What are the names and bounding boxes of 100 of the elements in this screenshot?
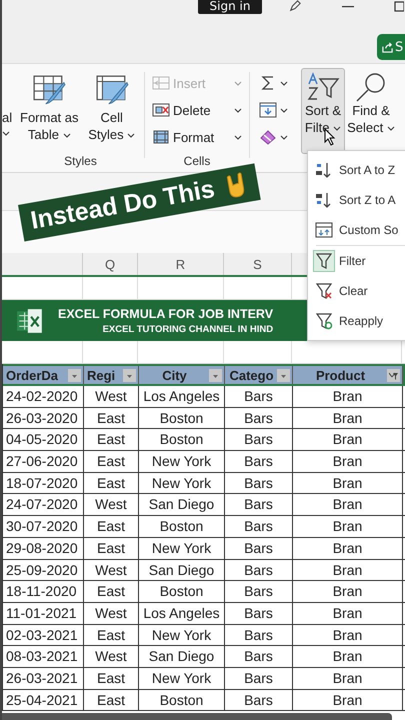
ribbon-button[interactable]: Delete <box>152 99 246 121</box>
table-cell: 26-03-2021 <box>3 668 84 689</box>
eraser-icon <box>259 129 277 145</box>
menu-item[interactable]: Filter <box>308 246 405 276</box>
table-cell: East <box>84 408 139 428</box>
dropdown-icon[interactable] <box>209 369 222 382</box>
sign-in-button[interactable]: Sign in <box>198 0 262 14</box>
table-cell: East <box>84 429 139 450</box>
cells-icon <box>152 129 170 145</box>
table-cell: East <box>84 581 139 602</box>
table-cell: 29-08-2020 <box>3 538 84 558</box>
caret-icon <box>280 134 288 140</box>
ribbon-button[interactable]: Format <box>152 126 246 148</box>
banner-subtitle: EXCEL TUTORING CHANNEL IN HIND <box>102 324 274 334</box>
column-header[interactable]: OrderDa <box>3 366 84 384</box>
caret-icon <box>62 133 71 138</box>
table-cell: Bars <box>225 690 293 710</box>
share-button[interactable]: S <box>377 34 405 60</box>
table-cell: Bran <box>293 408 403 428</box>
table-cell: Boston <box>139 429 225 450</box>
table-cell: Bars <box>225 408 293 428</box>
table-cell: West <box>84 602 139 624</box>
menu-item[interactable]: Sort A to Z <box>308 155 405 185</box>
menu-item[interactable]: Reapply <box>308 306 405 336</box>
table-cell: 25-09-2020 <box>3 560 84 580</box>
menu-item[interactable]: Custom So <box>308 215 405 245</box>
table-cell: Bran <box>293 516 403 537</box>
column-header[interactable]: Catego <box>225 366 293 384</box>
table-cell: Bran <box>293 386 403 407</box>
table-brush-icon <box>32 74 66 106</box>
table-cell: Bars <box>225 472 293 494</box>
column-letter[interactable]: R <box>176 256 186 272</box>
table-cell: Bars <box>225 560 293 580</box>
table-cell: Bars <box>225 429 293 450</box>
column-header[interactable]: City <box>139 366 225 384</box>
table-cell: Bars <box>225 538 293 558</box>
table-cell: Boston <box>139 690 225 710</box>
table-cell: 30-07-2020 <box>3 516 84 537</box>
excel-logo-icon <box>16 306 44 334</box>
filter-applied-icon[interactable] <box>387 369 400 382</box>
caret-icon <box>234 108 242 112</box>
table-cell: East <box>84 538 139 558</box>
table-cell: Bars <box>225 451 293 472</box>
table-cell: West <box>84 386 139 407</box>
ribbon-button-label[interactable]: al <box>2 110 20 125</box>
table-cell: 24-02-2020 <box>3 386 84 407</box>
ribbon-button[interactable]: Sort & Filte <box>301 68 345 154</box>
table-cell: Bars <box>225 516 293 537</box>
table-cell: Bran <box>293 451 403 472</box>
table-brush-icon <box>94 74 129 106</box>
menu-item[interactable]: Clear <box>308 276 405 306</box>
table-cell: New York <box>139 538 225 558</box>
table-cell: 04-05-2020 <box>3 429 84 450</box>
table-cell: 02-03-2021 <box>3 624 84 646</box>
table-cell: Bran <box>293 472 403 494</box>
table-cell: East <box>84 516 139 537</box>
table-cell: East <box>84 690 139 710</box>
caret-icon <box>280 80 288 86</box>
caret-icon <box>333 126 342 132</box>
table-cell: Bars <box>225 624 293 646</box>
table-cell: Los Angeles <box>139 386 225 407</box>
table-cell: 11-01-2021 <box>3 602 84 624</box>
ribbon-button[interactable]: Cell Styles <box>82 74 141 143</box>
share-icon <box>382 42 393 52</box>
table-cell: East <box>84 668 139 689</box>
dropdown-icon[interactable] <box>68 369 81 382</box>
table-cell: Boston <box>139 581 225 602</box>
table-cell: New York <box>139 451 225 472</box>
menu-item[interactable]: Sort Z to A <box>308 185 405 215</box>
fill-down-icon <box>259 102 277 118</box>
table-cell: 27-06-2020 <box>3 451 84 472</box>
caret-icon <box>386 126 395 132</box>
column-header[interactable]: Product <box>293 366 403 384</box>
table-cell: New York <box>139 472 225 494</box>
column-letter[interactable]: Q <box>104 256 116 272</box>
cells-icon <box>152 75 170 91</box>
caption-text: Instead Do This <box>28 174 217 236</box>
caret-icon <box>280 108 288 112</box>
table-cell: Boston <box>139 408 225 428</box>
table-cell: Bars <box>225 581 293 602</box>
dropdown-icon[interactable] <box>277 369 290 382</box>
restore-icon[interactable] <box>394 0 404 12</box>
ribbon-button[interactable]: Format as Table <box>20 74 78 143</box>
ribbon-button[interactable]: Find & Select <box>349 68 393 154</box>
table-cell: New York <box>139 668 225 689</box>
table-cell: 25-04-2021 <box>3 690 84 710</box>
table-cell: 26-03-2020 <box>3 408 84 428</box>
pen-icon[interactable] <box>288 0 302 12</box>
table-cell: Bars <box>225 668 293 689</box>
table-cell: East <box>84 472 139 494</box>
table-cell: Bran <box>293 560 403 580</box>
scrollbar[interactable] <box>2 713 392 720</box>
dropdown-icon[interactable] <box>123 369 136 382</box>
group-label: Cells <box>182 154 212 168</box>
table-cell: San Diego <box>139 494 225 516</box>
column-letter[interactable]: S <box>253 256 262 272</box>
minimize-icon[interactable] <box>342 6 354 8</box>
table-cell: Bran <box>293 494 403 516</box>
table-cell: 24-07-2020 <box>3 494 84 516</box>
column-header[interactable]: Regi <box>84 366 139 384</box>
